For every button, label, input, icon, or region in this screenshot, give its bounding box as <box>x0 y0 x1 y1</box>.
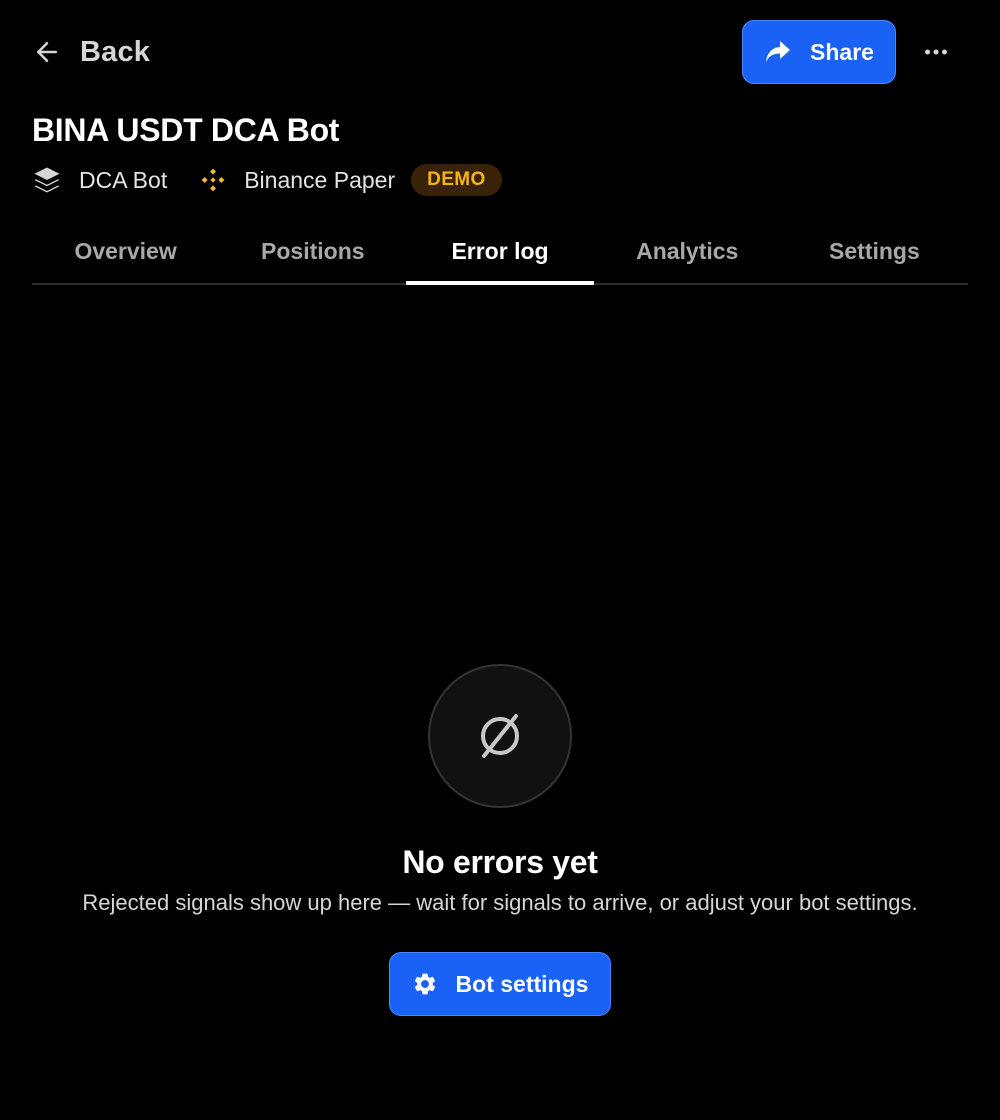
tab-bar: Overview Positions Error log Analytics S… <box>32 220 968 285</box>
back-label: Back <box>80 35 151 68</box>
empty-state-icon-circle <box>428 664 572 808</box>
more-options-button[interactable] <box>916 32 956 72</box>
bot-type: DCA Bot <box>32 165 167 195</box>
share-arrow-icon <box>766 41 791 62</box>
gear-icon <box>414 973 435 995</box>
tab-error-log[interactable]: Error log <box>406 220 594 285</box>
share-label: Share <box>810 38 874 65</box>
tab-positions[interactable]: Positions <box>219 220 406 283</box>
bot-settings-button[interactable]: Bot settings <box>389 952 611 1016</box>
layers-icon <box>34 167 60 193</box>
empty-state-title: No errors yet <box>402 844 598 880</box>
binance-logo-icon <box>201 168 225 192</box>
demo-badge: DEMO <box>411 164 502 196</box>
share-button[interactable]: Share <box>742 20 896 84</box>
bot-exchange-label: Binance Paper <box>244 166 396 193</box>
tab-settings[interactable]: Settings <box>781 220 968 283</box>
empty-state-description: Rejected signals show up here — wait for… <box>82 890 918 915</box>
tab-overview[interactable]: Overview <box>32 220 219 283</box>
back-button[interactable]: Back <box>32 30 150 74</box>
bot-type-label: DCA Bot <box>79 166 168 193</box>
tab-analytics[interactable]: Analytics <box>594 220 781 283</box>
bot-settings-label: Bot settings <box>455 970 589 997</box>
arrow-left-icon <box>37 42 57 62</box>
more-horizontal-icon <box>925 49 947 55</box>
bot-exchange: Binance Paper <box>199 166 395 194</box>
empty-set-icon <box>481 714 519 758</box>
bot-meta-row: DCA Bot Binance Paper DEMO <box>32 162 502 198</box>
bot-title: BINA USDT DCA Bot <box>32 112 340 148</box>
